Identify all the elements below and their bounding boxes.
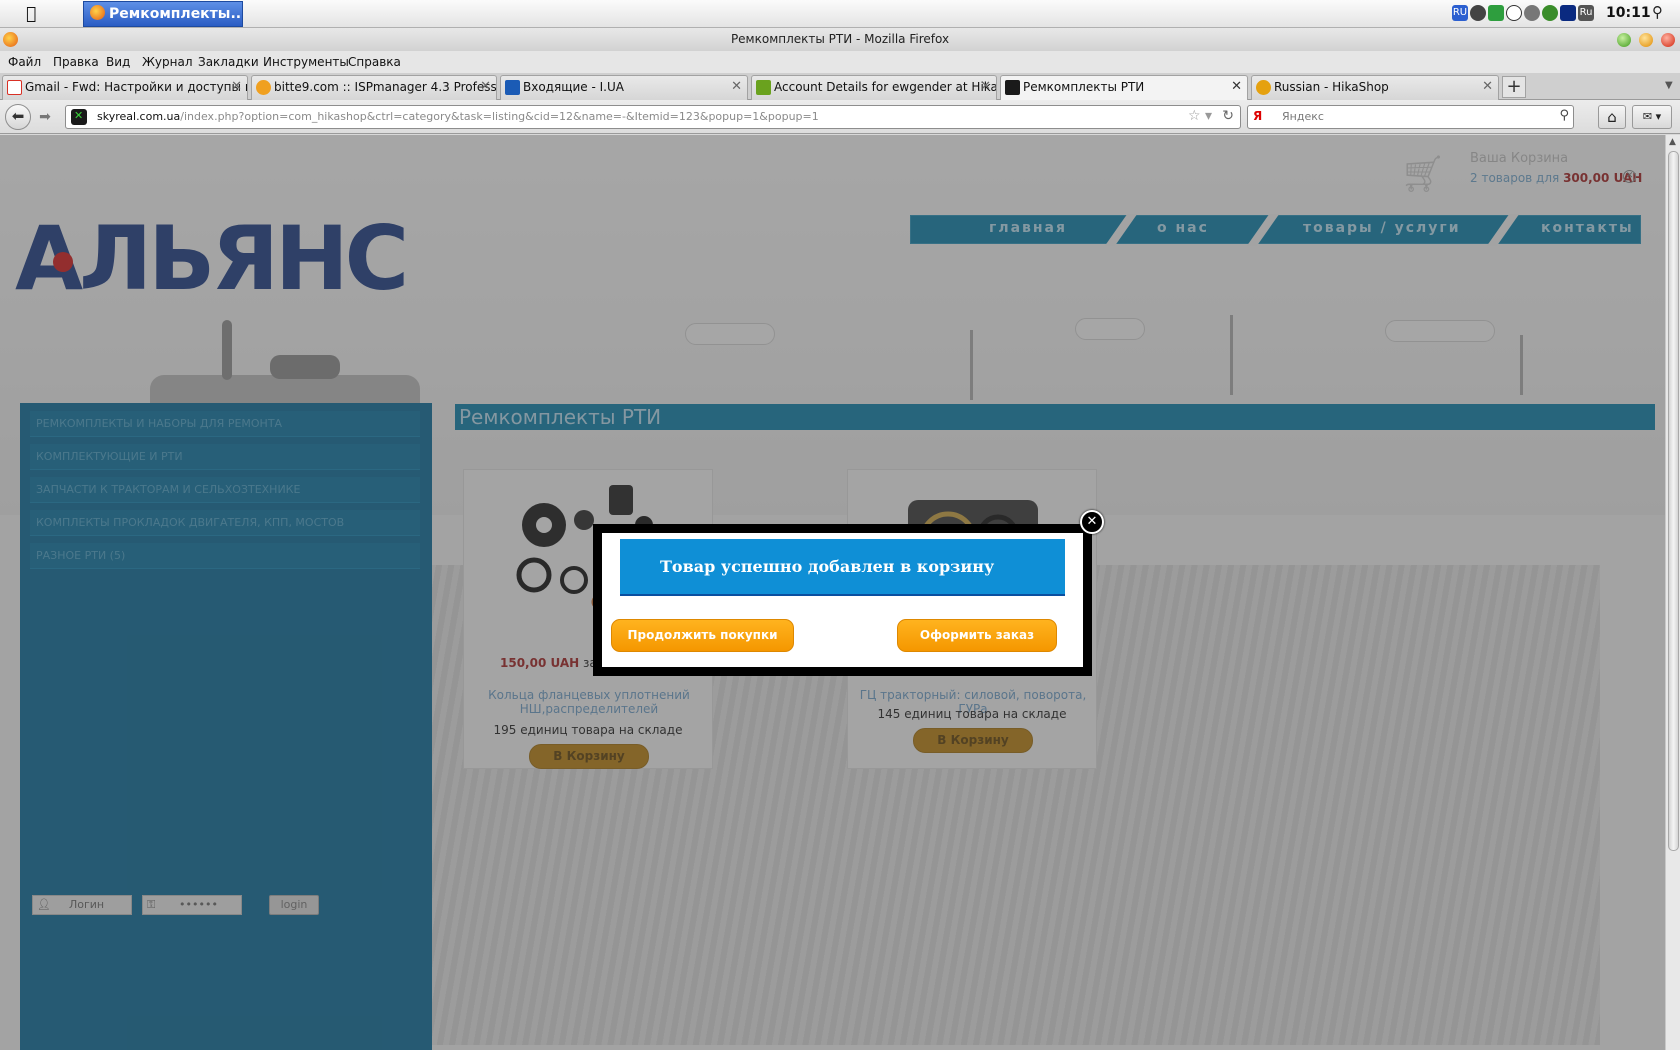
- ispmanager-icon: [256, 80, 271, 95]
- tab-label: bitte9.com :: ISPmanager 4.3 Professiona…: [274, 80, 497, 94]
- maximize-button[interactable]: [1617, 33, 1631, 47]
- app-menubar: Файл Правка Вид Журнал Закладки Инструме…: [0, 51, 1680, 73]
- menu-help[interactable]: Справка: [348, 55, 401, 69]
- window-title: Ремкомплекты РТИ - Mozilla Firefox: [730, 32, 950, 46]
- tray-grid-icon[interactable]: [1488, 5, 1504, 21]
- search-icon[interactable]: ⚲: [1559, 108, 1569, 123]
- menu-view[interactable]: Вид: [106, 55, 130, 69]
- menu-file[interactable]: Файл: [8, 55, 41, 69]
- url-bar[interactable]: skyreal.com.ua/index.php?option=com_hika…: [65, 105, 1241, 129]
- keyboard-layout-icon[interactable]: RU: [1452, 5, 1468, 21]
- tab-label: Russian - HikaShop: [1274, 80, 1389, 94]
- reload-icon[interactable]: ↻: [1222, 108, 1234, 124]
- tab-bar: Gmail - Fwd: Настройки и доступы к вир..…: [0, 73, 1680, 100]
- hikashop-icon: [1256, 80, 1271, 95]
- spotlight-search-icon[interactable]: ⚲: [1652, 3, 1663, 21]
- url-text[interactable]: skyreal.com.ua/index.php?option=com_hika…: [97, 110, 819, 123]
- tray-disk-icon[interactable]: [1524, 5, 1540, 21]
- url-host: skyreal.com.ua: [97, 110, 181, 123]
- tray-security-icon[interactable]: [1560, 5, 1576, 21]
- tab-iua-inbox[interactable]: Входящие - I.UA ✕: [500, 75, 748, 100]
- tray-lang-icon[interactable]: Ru: [1578, 5, 1594, 21]
- close-tab-icon[interactable]: ✕: [1482, 76, 1493, 98]
- checkout-button[interactable]: Оформить заказ: [897, 619, 1057, 652]
- success-message: Товар успешно добавлен в корзину: [620, 539, 1065, 596]
- tab-label: Ремкомплекты РТИ: [1023, 80, 1145, 94]
- search-placeholder: Яндекс: [1282, 110, 1324, 123]
- site-favicon-icon: [1005, 80, 1020, 95]
- menu-tools[interactable]: Инструменты: [263, 55, 349, 69]
- search-box[interactable]: Я Яндекс ⚲: [1247, 105, 1574, 129]
- close-tab-icon[interactable]: ✕: [731, 76, 742, 98]
- continue-shopping-button[interactable]: Продолжить покупки: [611, 619, 794, 652]
- apple-icon[interactable]: : [26, 4, 36, 24]
- menu-edit[interactable]: Правка: [53, 55, 99, 69]
- tray-network-icon[interactable]: [1542, 5, 1558, 21]
- scroll-thumb[interactable]: [1668, 151, 1679, 851]
- addon-button[interactable]: ✉ ▾: [1632, 105, 1672, 129]
- tab-list-chevron-icon[interactable]: ▼: [1665, 80, 1673, 91]
- close-tab-icon[interactable]: ✕: [980, 76, 991, 98]
- system-tray: RU Ru: [1452, 5, 1594, 21]
- menu-history[interactable]: Журнал: [142, 55, 193, 69]
- tab-remkomplekty[interactable]: Ремкомплекты РТИ ✕: [1000, 75, 1248, 100]
- tab-ispmanager[interactable]: bitte9.com :: ISPmanager 4.3 Professiona…: [251, 75, 497, 100]
- close-tab-icon[interactable]: ✕: [231, 76, 242, 98]
- tab-label: Входящие - I.UA: [523, 80, 624, 94]
- os-taskbar-button[interactable]: Ремкомплекты...: [83, 1, 243, 27]
- tab-label: Account Details for ewgender at HikaShop: [774, 80, 997, 94]
- os-menubar:  Ремкомплекты... RU Ru 10:11 ⚲: [0, 0, 1680, 28]
- forward-button[interactable]: ➡: [34, 108, 56, 128]
- new-tab-button[interactable]: +: [1502, 76, 1526, 98]
- url-path: /index.php?option=com_hikashop&ctrl=cate…: [180, 110, 819, 123]
- gmail-icon: [7, 80, 22, 95]
- home-button[interactable]: ⌂: [1598, 105, 1626, 129]
- yandex-icon[interactable]: Я: [1253, 109, 1262, 123]
- back-button[interactable]: ⬅: [5, 104, 31, 130]
- tab-russian-hikashop[interactable]: Russian - HikaShop ✕: [1251, 75, 1499, 100]
- menu-bookmarks[interactable]: Закладки: [198, 55, 259, 69]
- bookmark-star-icon[interactable]: ☆ ▾: [1188, 108, 1212, 124]
- add-to-cart-dialog: Товар успешно добавлен в корзину Продолж…: [593, 524, 1092, 676]
- firefox-icon: [3, 32, 18, 47]
- scroll-up-icon[interactable]: ▲: [1669, 137, 1676, 147]
- tab-hikashop-account[interactable]: Account Details for ewgender at HikaShop…: [751, 75, 997, 100]
- os-task-label: Ремкомплекты...: [109, 6, 243, 22]
- firefox-icon: [90, 5, 105, 20]
- tray-clock-icon[interactable]: [1506, 5, 1522, 21]
- page-viewport: 🛒︎ Ваша Корзина 2 товаров для 300,00 UAH…: [0, 135, 1665, 1050]
- close-icon[interactable]: ✕: [1080, 510, 1104, 534]
- tab-label: Gmail - Fwd: Настройки и доступы к вир..…: [25, 80, 247, 94]
- iua-icon: [505, 80, 520, 95]
- window-titlebar: Ремкомплекты РТИ - Mozilla Firefox: [0, 28, 1680, 51]
- navigation-toolbar: ⬅ ➡ skyreal.com.ua/index.php?option=com_…: [0, 100, 1680, 134]
- minimize-button[interactable]: [1639, 33, 1653, 47]
- os-clock: 10:11: [1606, 5, 1651, 21]
- tray-app-icon[interactable]: [1470, 5, 1486, 21]
- close-tab-icon[interactable]: ✕: [480, 76, 491, 98]
- hikashop-f-icon: [756, 80, 771, 95]
- close-window-button[interactable]: [1661, 33, 1675, 47]
- close-tab-icon[interactable]: ✕: [1231, 76, 1242, 98]
- vertical-scrollbar[interactable]: ▲: [1665, 135, 1680, 1050]
- site-identity-icon[interactable]: [71, 109, 87, 125]
- tab-gmail[interactable]: Gmail - Fwd: Настройки и доступы к вир..…: [2, 75, 248, 100]
